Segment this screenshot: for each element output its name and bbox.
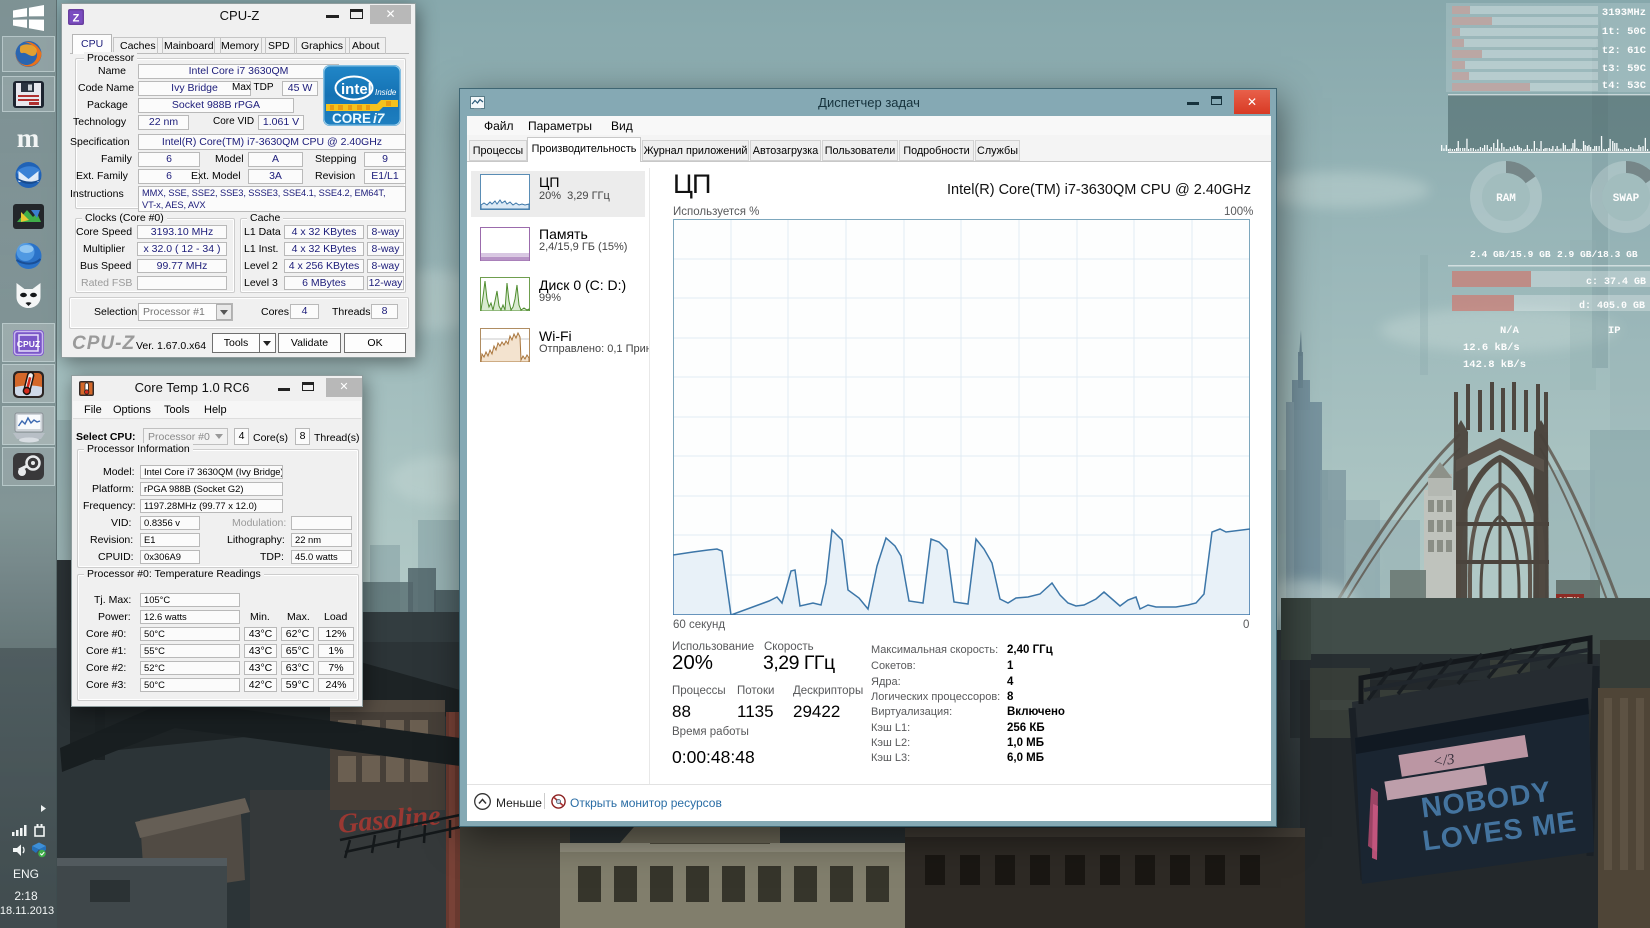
svg-text:c: 37.4 GB: c: 37.4 GB — [1586, 277, 1646, 288]
svg-text:t4: 53C: t4: 53C — [1602, 80, 1647, 92]
svg-text:3193MHz: 3193MHz — [1602, 7, 1646, 19]
svg-text:N/A: N/A — [1500, 325, 1520, 337]
svg-text:CORE: CORE — [332, 111, 371, 126]
svg-text:RAM: RAM — [1496, 193, 1516, 205]
svg-text:ENG: ENG — [13, 867, 39, 881]
svg-text:t3: 59C: t3: 59C — [1602, 63, 1647, 75]
svg-text:18.11.2013: 18.11.2013 — [0, 905, 54, 917]
svg-text:i7: i7 — [373, 111, 386, 126]
svg-text:d: 405.0 GB: d: 405.0 GB — [1579, 300, 1645, 312]
svg-text:m: m — [17, 123, 40, 153]
svg-text:2.9 GB/18.3 GB: 2.9 GB/18.3 GB — [1557, 249, 1638, 260]
svg-text:SWAP: SWAP — [1613, 193, 1640, 205]
svg-text:t2: 61C: t2: 61C — [1602, 45, 1647, 57]
svg-text:CPUZ: CPUZ — [17, 339, 40, 349]
svg-text:</3: </3 — [1432, 751, 1456, 770]
svg-text:Inside: Inside — [375, 88, 397, 97]
svg-text:2:18: 2:18 — [14, 889, 38, 903]
svg-text:2.4 GB/15.9 GB: 2.4 GB/15.9 GB — [1470, 249, 1551, 260]
svg-text:1t: 50C: 1t: 50C — [1602, 26, 1647, 38]
svg-text:142.8 kB/s: 142.8 kB/s — [1463, 359, 1526, 371]
svg-text:12.6 kB/s: 12.6 kB/s — [1463, 342, 1520, 354]
svg-text:IP: IP — [1608, 325, 1621, 337]
